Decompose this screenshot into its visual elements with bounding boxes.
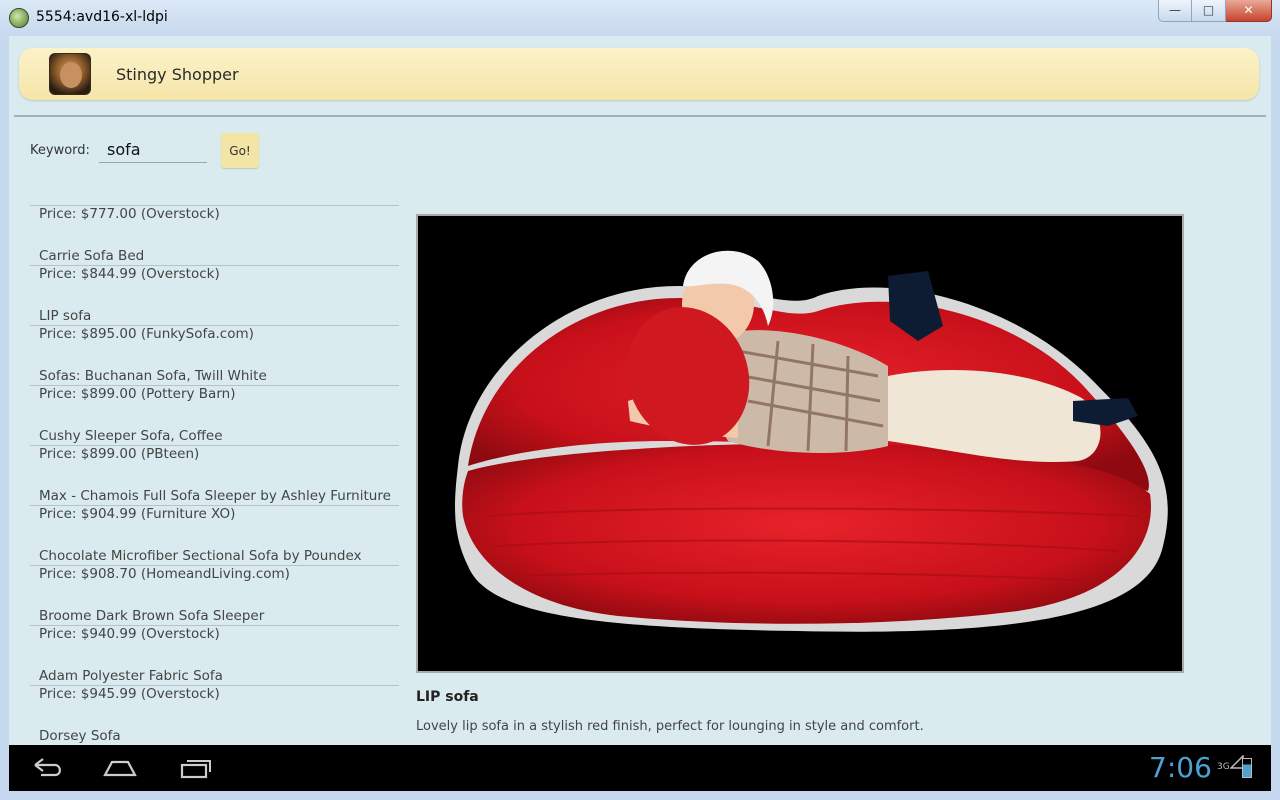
window-frame-right — [1271, 36, 1280, 800]
window-title: 5554:avd16-xl-ldpi — [36, 9, 168, 25]
item-name: Dorsey Sofa — [39, 728, 121, 744]
list-item[interactable]: Carrie Sofa Bed Price: $844.99 (Overstoc… — [30, 206, 399, 282]
list-item[interactable]: Price: $777.00 (Overstock) — [30, 196, 399, 222]
keyword-input[interactable] — [99, 136, 207, 163]
network-type: 3G — [1217, 762, 1230, 772]
lip-sofa-illustration — [455, 250, 1168, 632]
window-frame-left — [0, 36, 9, 800]
item-name: Chocolate Microfiber Sectional Sofa by P… — [39, 548, 362, 564]
results-list[interactable]: Price: $777.00 (Overstock) Carrie Sofa B… — [30, 196, 399, 745]
window-frame-bottom — [0, 791, 1280, 800]
item-name: Cushy Sleeper Sofa, Coffee — [39, 428, 223, 444]
list-item[interactable]: Cushy Sleeper Sofa, Coffee Price: $899.0… — [30, 386, 399, 462]
battery-icon — [1242, 758, 1252, 778]
item-name: Adam Polyester Fabric Sofa — [39, 668, 223, 684]
item-name: Max - Chamois Full Sofa Sleeper by Ashle… — [39, 488, 391, 504]
product-image — [416, 214, 1184, 673]
close-button[interactable]: ✕ — [1226, 0, 1272, 22]
go-button[interactable]: Go! — [221, 133, 259, 168]
list-item-selected[interactable]: LIP sofa Price: $895.00 (FunkySofa.com) — [30, 266, 399, 342]
android-screen: Stingy Shopper Keyword: Go! Price: $777.… — [9, 36, 1271, 791]
product-description: Lovely lip sofa in a stylish red finish,… — [416, 719, 924, 734]
header-divider — [14, 115, 1266, 117]
maximize-button[interactable]: □ — [1192, 0, 1226, 22]
status-clock: 7:06 — [1149, 751, 1212, 784]
list-item[interactable]: Adam Polyester Fabric Sofa Price: $945.9… — [30, 626, 399, 702]
list-item[interactable]: Chocolate Microfiber Sectional Sofa by P… — [30, 506, 399, 582]
recent-apps-icon[interactable] — [179, 757, 213, 779]
item-name: LIP sofa — [39, 308, 92, 324]
home-icon[interactable] — [102, 757, 138, 779]
product-title: LIP sofa — [416, 689, 479, 705]
item-name: Broome Dark Brown Sofa Sleeper — [39, 608, 265, 624]
action-bar: Stingy Shopper — [19, 48, 1259, 100]
app-logo-icon[interactable] — [49, 53, 91, 95]
list-item[interactable]: Max - Chamois Full Sofa Sleeper by Ashle… — [30, 446, 399, 522]
system-navigation-bar: 7:06 3G — [9, 745, 1271, 791]
item-name: Sofas: Buchanan Sofa, Twill White — [39, 368, 267, 384]
emulator-icon — [9, 8, 29, 28]
keyword-label: Keyword: — [30, 143, 90, 158]
back-icon[interactable] — [31, 757, 65, 779]
window-controls: — □ ✕ — [1158, 0, 1272, 22]
item-name: Carrie Sofa Bed — [39, 248, 145, 264]
window-titlebar: 5554:avd16-xl-ldpi — □ ✕ — [0, 0, 1280, 36]
list-item[interactable]: Dorsey Sofa — [30, 686, 399, 745]
list-item[interactable]: Broome Dark Brown Sofa Sleeper Price: $9… — [30, 566, 399, 642]
app-title: Stingy Shopper — [116, 65, 239, 84]
list-item[interactable]: Sofas: Buchanan Sofa, Twill White Price:… — [30, 326, 399, 402]
minimize-button[interactable]: — — [1158, 0, 1192, 22]
network-indicator: 3G — [1217, 754, 1244, 772]
